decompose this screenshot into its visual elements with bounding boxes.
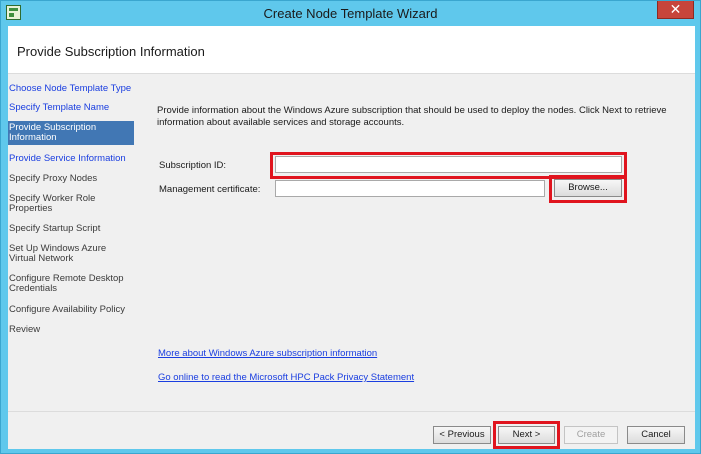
step-configure-availability-policy: Configure Availability Policy — [9, 304, 125, 315]
previous-button[interactable]: < Previous — [433, 426, 491, 444]
create-button: Create — [564, 426, 618, 444]
subscription-info-link[interactable]: More about Windows Azure subscription in… — [158, 348, 377, 359]
step-review: Review — [9, 324, 41, 335]
next-button[interactable]: Next > — [498, 426, 555, 444]
step-specify-proxy-nodes: Specify Proxy Nodes — [9, 173, 98, 184]
close-button[interactable]: ✕ — [657, 1, 694, 19]
cancel-button[interactable]: Cancel — [627, 426, 685, 444]
subscription-id-input[interactable] — [275, 156, 622, 173]
step-choose-node-template-type[interactable]: Choose Node Template Type — [8, 84, 134, 94]
wizard-steps-sidebar: Choose Node Template Type Specify Templa… — [8, 75, 134, 411]
title-bar: Create Node Template Wizard ✕ — [1, 1, 700, 26]
wizard-footer: < Previous Next > Create Cancel — [8, 411, 695, 449]
step-specify-startup-script: Specify Startup Script — [9, 223, 101, 234]
step-specify-worker-role-properties: Specify Worker Role Properties — [9, 193, 96, 214]
main-content: Provide information about the Windows Az… — [135, 75, 695, 411]
step-specify-template-name[interactable]: Specify Template Name — [8, 103, 134, 113]
management-certificate-label: Management certificate: — [159, 184, 261, 195]
page-header: Provide Subscription Information — [8, 26, 695, 74]
privacy-statement-link[interactable]: Go online to read the Microsoft HPC Pack… — [158, 372, 414, 383]
intro-text: Provide information about the Windows Az… — [157, 105, 667, 128]
step-configure-remote-desktop-credentials: Configure Remote Desktop Credentials — [9, 273, 124, 294]
wizard-client-area: Provide Subscription Information Choose … — [8, 26, 695, 449]
step-provide-service-information[interactable]: Provide Service Information — [8, 154, 134, 164]
step-provide-subscription-information[interactable]: Provide Subscription Information — [8, 121, 134, 145]
subscription-id-label: Subscription ID: — [159, 160, 227, 171]
window-title: Create Node Template Wizard — [263, 6, 438, 21]
step-set-up-virtual-network: Set Up Windows Azure Virtual Network — [9, 243, 107, 264]
page-title: Provide Subscription Information — [17, 44, 205, 59]
browse-button[interactable]: Browse... — [554, 179, 622, 197]
wizard-window: Create Node Template Wizard ✕ Provide Su… — [0, 0, 701, 454]
management-certificate-input[interactable] — [275, 180, 545, 197]
